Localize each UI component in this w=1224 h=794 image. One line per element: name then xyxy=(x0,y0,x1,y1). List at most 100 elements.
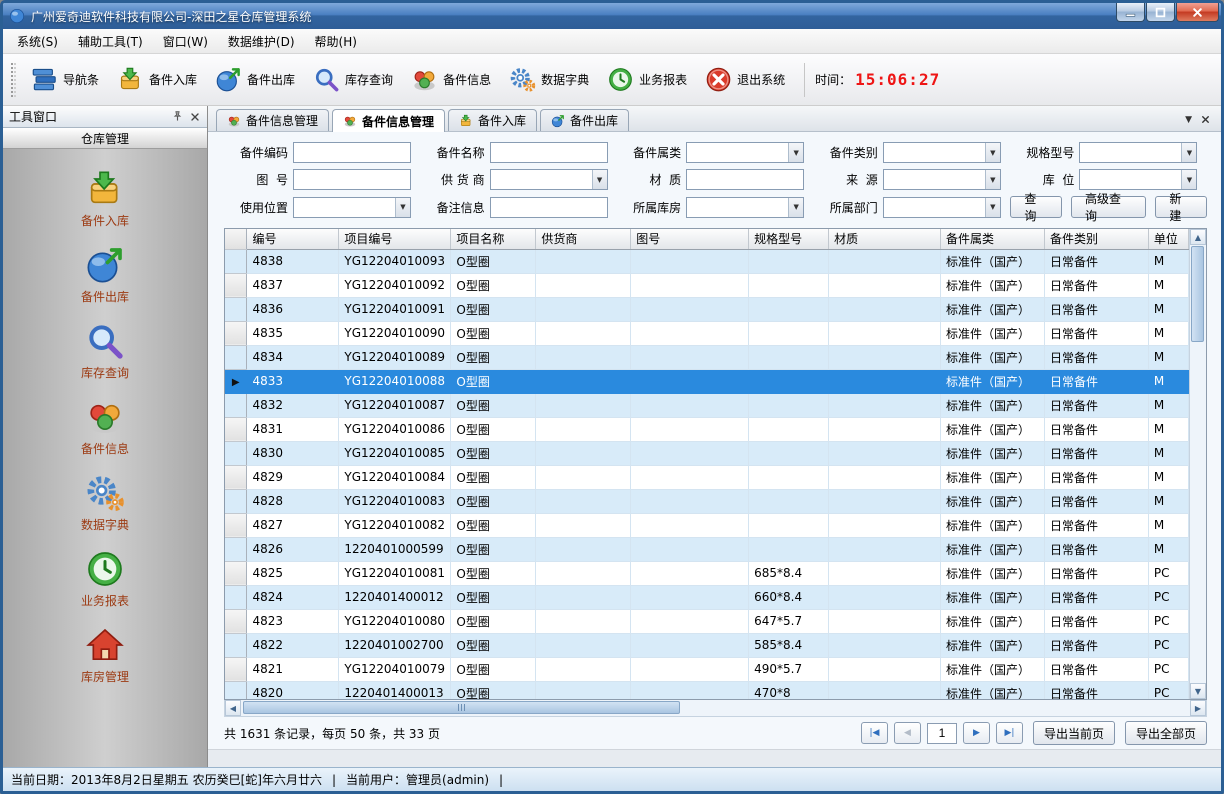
tab-list-dropdown-icon[interactable]: ▼ xyxy=(1185,115,1192,125)
menu-item-window[interactable]: 窗口(W) xyxy=(153,29,218,54)
column-header[interactable]: 编号 xyxy=(247,229,339,249)
vertical-scrollbar[interactable]: ▲ ▼ xyxy=(1189,229,1206,699)
vertical-scroll-thumb[interactable] xyxy=(1191,246,1204,342)
title-bar[interactable]: 广州爱奇迪软件科技有限公司-深田之星仓库管理系统 xyxy=(3,3,1221,29)
cell: YG12204010089 xyxy=(339,345,451,369)
horizontal-scrollbar[interactable]: ◀ ▶ xyxy=(224,700,1207,717)
part-code-input[interactable] xyxy=(293,142,411,163)
location-select[interactable]: ▼ xyxy=(1079,169,1197,190)
part-type-select[interactable]: ▼ xyxy=(883,142,1001,163)
column-header[interactable]: 项目名称 xyxy=(451,229,536,249)
maximize-button[interactable] xyxy=(1146,3,1175,22)
table-row[interactable]: 4837YG12204010092O型圈标准件（国产）日常备件M xyxy=(225,273,1189,297)
table-row[interactable]: 4831YG12204010086O型圈标准件（国产）日常备件M xyxy=(225,417,1189,441)
spec-model-select[interactable]: ▼ xyxy=(1079,142,1197,163)
drawing-no-input[interactable] xyxy=(293,169,411,190)
column-header[interactable]: 项目编号 xyxy=(339,229,451,249)
column-header[interactable]: 备件类别 xyxy=(1044,229,1148,249)
close-button[interactable] xyxy=(1176,3,1219,22)
toolbar-button-exit-system[interactable]: 退出系统 xyxy=(696,60,794,99)
table-row[interactable]: 48261220401000599O型圈标准件（国产）日常备件M xyxy=(225,537,1189,561)
new-button[interactable]: 新建 xyxy=(1155,196,1207,218)
menu-item-data-maintenance[interactable]: 数据维护(D) xyxy=(218,29,305,54)
table-row[interactable]: ▶4833YG12204010088O型圈标准件（国产）日常备件M xyxy=(225,369,1189,393)
table-row[interactable]: 4823YG12204010080O型圈647*5.7标准件（国产）日常备件PC xyxy=(225,609,1189,633)
tab-parts-in[interactable]: 备件入库 xyxy=(448,109,537,131)
scroll-right-icon[interactable]: ▶ xyxy=(1190,700,1206,716)
next-page-button[interactable]: ▶ xyxy=(963,722,990,744)
toolbar-button-parts-in[interactable]: 备件入库 xyxy=(108,60,206,99)
pin-icon[interactable] xyxy=(171,110,184,123)
cell: 标准件（国产） xyxy=(940,537,1044,561)
toolbar-button-business-report[interactable]: 业务报表 xyxy=(598,60,696,99)
toolbar-button-data-dictionary[interactable]: 数据字典 xyxy=(500,60,598,99)
cell: 日常备件 xyxy=(1044,369,1148,393)
usage-position-select[interactable]: ▼ xyxy=(293,197,411,218)
table-row[interactable]: 4827YG12204010082O型圈标准件（国产）日常备件M xyxy=(225,513,1189,537)
sidebar-item-warehouse[interactable]: 库房管理 xyxy=(3,617,207,693)
tab-parts-out[interactable]: 备件出库 xyxy=(540,109,629,131)
minimize-button[interactable] xyxy=(1116,3,1145,22)
tab-parts-info-mgmt-1[interactable]: 备件信息管理 xyxy=(216,109,329,131)
column-header[interactable]: 单位 xyxy=(1148,229,1188,249)
toolbar-button-parts-out[interactable]: 备件出库 xyxy=(206,60,304,99)
table-row[interactable]: 4834YG12204010089O型圈标准件（国产）日常备件M xyxy=(225,345,1189,369)
sidebar-group-warehouse[interactable]: 仓库管理 xyxy=(3,128,207,149)
sidebar-item-parts-info[interactable]: 备件信息 xyxy=(3,389,207,465)
cell: 日常备件 xyxy=(1044,657,1148,681)
menu-item-system[interactable]: 系统(S) xyxy=(7,29,68,54)
export-all-pages-button[interactable]: 导出全部页 xyxy=(1125,721,1207,745)
warehouse-select[interactable]: ▼ xyxy=(686,197,804,218)
table-row[interactable]: 48201220401400013O型圈470*8标准件（国产）日常备件PC xyxy=(225,681,1189,699)
table-row[interactable]: 4825YG12204010081O型圈685*8.4标准件（国产）日常备件PC xyxy=(225,561,1189,585)
column-header[interactable]: 材质 xyxy=(829,229,941,249)
sidebar-item-parts-out[interactable]: 备件出库 xyxy=(3,237,207,313)
cell: O型圈 xyxy=(451,513,536,537)
sidebar-item-business-report[interactable]: 业务报表 xyxy=(3,541,207,617)
table-row[interactable]: 4829YG12204010084O型圈标准件（国产）日常备件M xyxy=(225,465,1189,489)
menu-item-assist-tools[interactable]: 辅助工具(T) xyxy=(68,29,153,54)
tab-parts-info-mgmt-2[interactable]: 备件信息管理 xyxy=(332,109,445,132)
remark-input[interactable] xyxy=(490,197,608,218)
source-select[interactable]: ▼ xyxy=(883,169,1001,190)
part-category-select[interactable]: ▼ xyxy=(686,142,804,163)
table-row[interactable]: 4828YG12204010083O型圈标准件（国产）日常备件M xyxy=(225,489,1189,513)
table-row[interactable]: 4830YG12204010085O型圈标准件（国产）日常备件M xyxy=(225,441,1189,465)
table-row[interactable]: 4835YG12204010090O型圈标准件（国产）日常备件M xyxy=(225,321,1189,345)
close-tab-icon[interactable] xyxy=(1200,114,1211,125)
table-row[interactable]: 4821YG12204010079O型圈490*5.7标准件（国产）日常备件PC xyxy=(225,657,1189,681)
table-row[interactable]: 4836YG12204010091O型圈标准件（国产）日常备件M xyxy=(225,297,1189,321)
close-panel-icon[interactable] xyxy=(189,111,201,123)
table-row[interactable]: 4832YG12204010087O型圈标准件（国产）日常备件M xyxy=(225,393,1189,417)
scroll-up-icon[interactable]: ▲ xyxy=(1190,229,1206,245)
menu-item-help[interactable]: 帮助(H) xyxy=(305,29,367,54)
horizontal-scroll-thumb[interactable] xyxy=(243,701,680,714)
sidebar-item-inventory-query[interactable]: 库存查询 xyxy=(3,313,207,389)
table-row[interactable]: 4838YG12204010093O型圈标准件（国产）日常备件M xyxy=(225,249,1189,273)
column-header[interactable]: 规格型号 xyxy=(749,229,829,249)
toolbar-button-navbar[interactable]: 导航条 xyxy=(22,60,108,99)
column-header[interactable]: 图号 xyxy=(631,229,749,249)
page-number-input[interactable] xyxy=(927,723,957,744)
column-header[interactable]: 供货商 xyxy=(536,229,631,249)
advanced-query-button[interactable]: 高级查询 xyxy=(1071,196,1146,218)
material-input[interactable] xyxy=(686,169,804,190)
export-current-page-button[interactable]: 导出当前页 xyxy=(1033,721,1115,745)
scroll-left-icon[interactable]: ◀ xyxy=(225,700,241,716)
supplier-select[interactable]: ▼ xyxy=(490,169,608,190)
table-row[interactable]: 48241220401400012O型圈660*8.4标准件（国产）日常备件PC xyxy=(225,585,1189,609)
toolbar-button-parts-info[interactable]: 备件信息 xyxy=(402,60,500,99)
toolbar-button-inventory-query[interactable]: 库存查询 xyxy=(304,60,402,99)
scroll-down-icon[interactable]: ▼ xyxy=(1190,683,1206,699)
column-header[interactable]: 备件属类 xyxy=(940,229,1044,249)
sidebar-item-data-dictionary[interactable]: 数据字典 xyxy=(3,465,207,541)
toolbar-grip[interactable] xyxy=(11,63,16,97)
prev-page-button[interactable]: ◀ xyxy=(894,722,921,744)
table-row[interactable]: 48221220401002700O型圈585*8.4标准件（国产）日常备件PC xyxy=(225,633,1189,657)
department-select[interactable]: ▼ xyxy=(883,197,1001,218)
part-name-input[interactable] xyxy=(490,142,608,163)
query-button[interactable]: 查询 xyxy=(1010,196,1062,218)
first-page-button[interactable]: |◀ xyxy=(861,722,888,744)
sidebar-item-parts-in[interactable]: 备件入库 xyxy=(3,161,207,237)
last-page-button[interactable]: ▶| xyxy=(996,722,1023,744)
